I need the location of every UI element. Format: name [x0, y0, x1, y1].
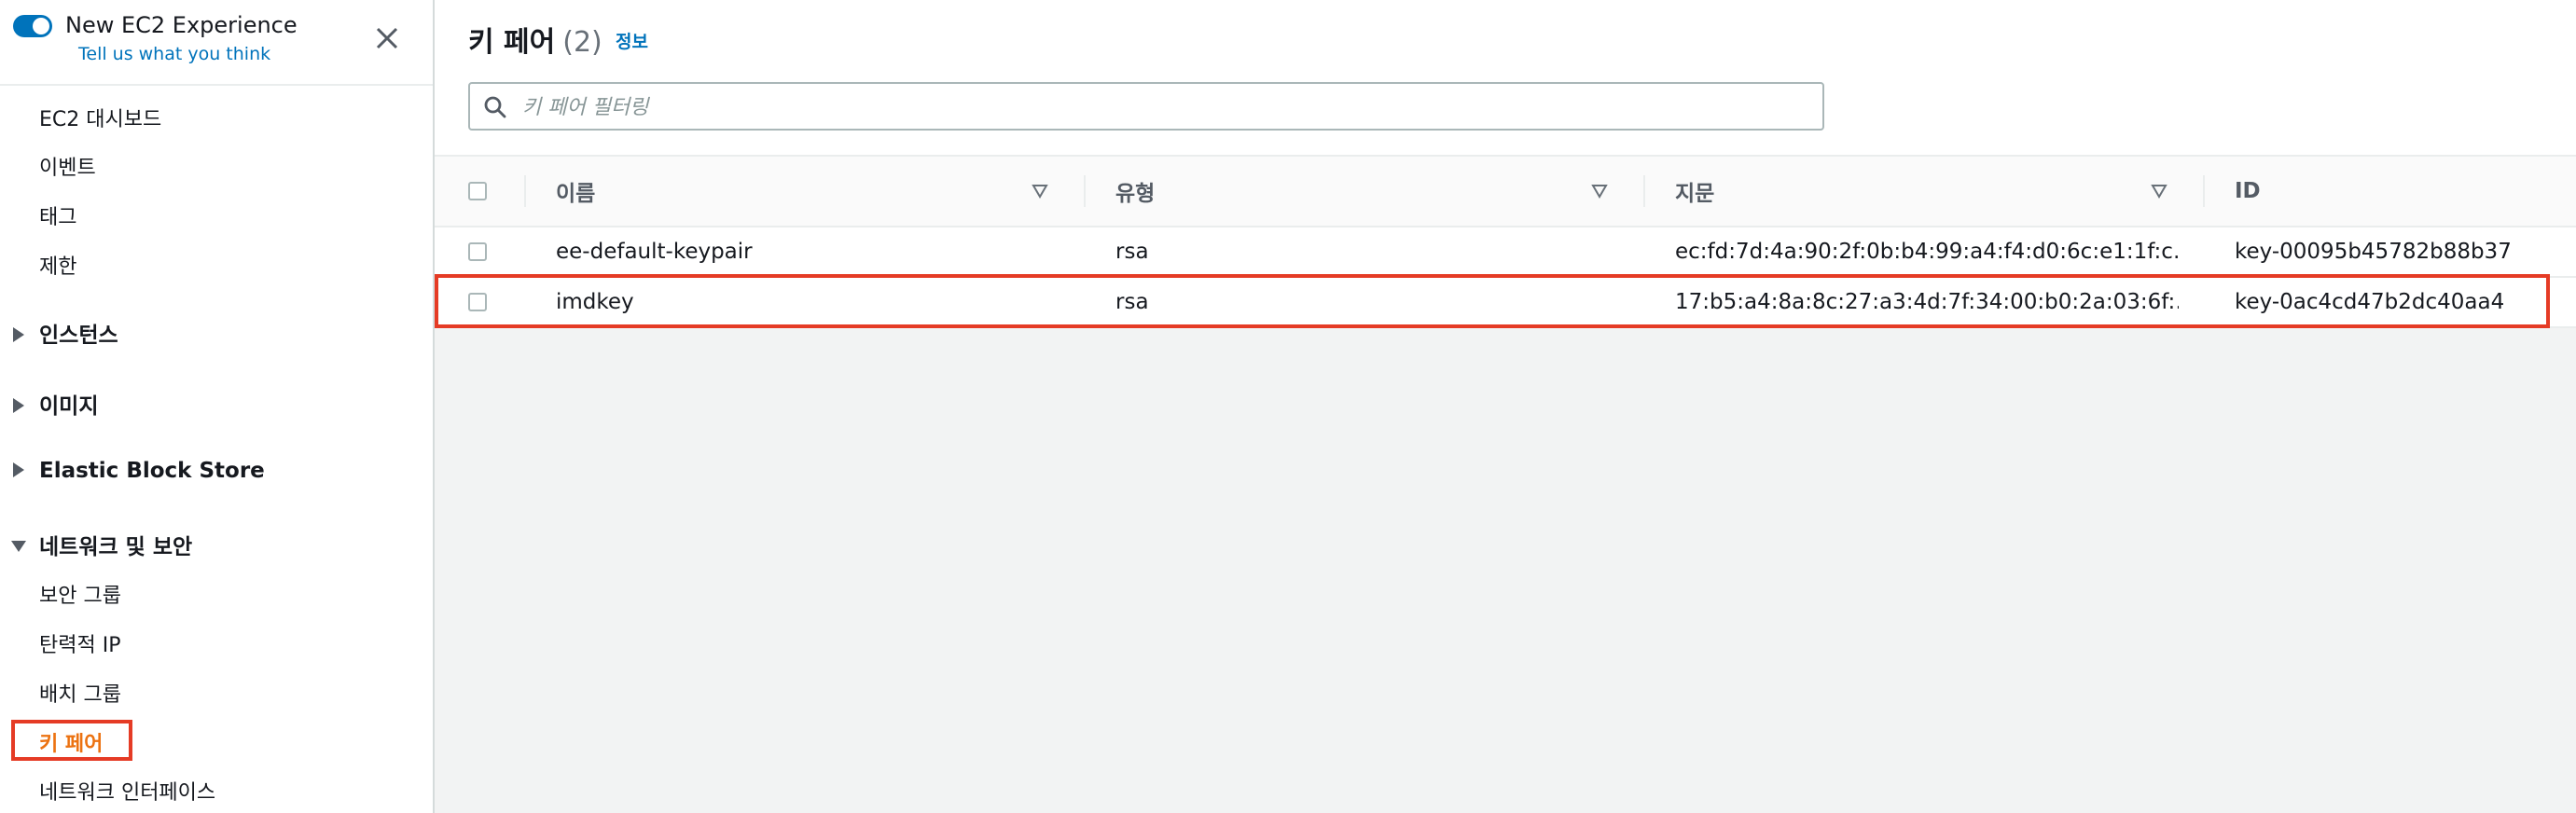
table-row[interactable]: imdkey rsa 17:b5:a4:8a:8c:27:a3:4d:7f:34…	[435, 278, 2576, 328]
sidebar-item-events[interactable]: 이벤트	[39, 151, 96, 181]
ec2-console: New EC2 Experience Tell us what you thin…	[0, 0, 2576, 813]
new-experience-title: New EC2 Experience	[65, 12, 298, 38]
toggle-knob	[33, 18, 49, 34]
header-checkbox-cell	[468, 157, 487, 226]
column-header-type[interactable]: 유형	[1115, 157, 1155, 226]
sidebar: New EC2 Experience Tell us what you thin…	[0, 0, 435, 813]
caret-right-icon	[13, 462, 24, 477]
column-divider	[1084, 175, 1086, 207]
search-icon	[484, 96, 506, 118]
new-experience-toggle[interactable]	[13, 15, 52, 37]
key-pairs-table: 이름 유형 지문 ID ee-default-keypair rsa ec:fd…	[435, 157, 2576, 328]
key-type: rsa	[1115, 240, 1149, 264]
page-header: 키 페어 (2) 정보	[435, 0, 2576, 157]
caret-right-icon	[13, 398, 24, 413]
key-fingerprint: 17:b5:a4:8a:8c:27:a3:4d:7f:34:00:b0:2a:0…	[1675, 290, 2179, 314]
feedback-link[interactable]: Tell us what you think	[78, 44, 270, 64]
sidebar-section-label: Elastic Block Store	[39, 459, 265, 483]
sidebar-section-ebs[interactable]: Elastic Block Store	[9, 459, 265, 483]
page-title-text: 키 페어	[468, 26, 556, 59]
sidebar-item-ec2-dashboard[interactable]: EC2 대시보드	[39, 103, 161, 132]
row-checkbox[interactable]	[468, 293, 487, 311]
sidebar-header: New EC2 Experience Tell us what you thin…	[0, 0, 433, 86]
key-id: key-00095b45782b88b37	[2235, 240, 2512, 264]
sort-icon[interactable]	[2151, 183, 2167, 200]
row-checkbox-cell	[468, 227, 487, 276]
key-name: imdkey	[556, 290, 634, 314]
key-type: rsa	[1115, 290, 1149, 314]
row-checkbox-cell	[468, 278, 487, 326]
column-divider	[1643, 175, 1645, 207]
sidebar-item-tags[interactable]: 태그	[39, 200, 76, 230]
sidebar-item-security-groups[interactable]: 보안 그룹	[39, 579, 121, 609]
sidebar-section-images[interactable]: 이미지	[9, 388, 98, 420]
sidebar-section-label: 이미지	[39, 394, 99, 419]
key-fingerprint: ec:fd:7d:4a:90:2f:0b:b4:99:a4:f4:d0:6c:e…	[1675, 240, 2179, 264]
key-id: key-0ac4cd47b2dc40aa4	[2235, 290, 2505, 314]
column-header-fingerprint[interactable]: 지문	[1675, 157, 1714, 226]
column-header-name[interactable]: 이름	[556, 157, 595, 226]
sort-icon[interactable]	[1591, 183, 1608, 200]
sidebar-item-elastic-ips[interactable]: 탄력적 IP	[39, 628, 120, 658]
table-row[interactable]: ee-default-keypair rsa ec:fd:7d:4a:90:2f…	[435, 227, 2576, 278]
search-input[interactable]	[520, 90, 1811, 125]
search-box	[468, 82, 1824, 131]
select-all-checkbox[interactable]	[468, 182, 487, 200]
sidebar-section-network-security[interactable]: 네트워크 및 보안	[9, 529, 192, 560]
item-count: (2)	[562, 26, 602, 59]
page-title: 키 페어 (2)	[468, 19, 602, 60]
column-header-id[interactable]: ID	[2235, 157, 2261, 226]
column-divider	[2203, 175, 2205, 207]
close-icon[interactable]	[371, 22, 403, 54]
caret-down-icon	[11, 541, 26, 552]
sidebar-item-network-interfaces[interactable]: 네트워크 인터페이스	[39, 776, 215, 806]
info-link[interactable]: 정보	[616, 28, 648, 53]
sidebar-item-placement-groups[interactable]: 배치 그룹	[39, 678, 121, 708]
table-header: 이름 유형 지문 ID	[435, 157, 2576, 227]
sidebar-section-label: 인스턴스	[39, 324, 118, 348]
sidebar-section-label: 네트워크 및 보안	[39, 535, 193, 559]
active-item-highlight	[11, 720, 132, 761]
sidebar-section-instances[interactable]: 인스턴스	[9, 317, 118, 349]
sort-icon[interactable]	[1032, 183, 1048, 200]
sidebar-item-limits[interactable]: 제한	[39, 250, 76, 280]
key-name: ee-default-keypair	[556, 240, 753, 264]
caret-right-icon	[13, 327, 24, 342]
main-content: 키 페어(2) 정보 이름 유형	[435, 0, 2576, 813]
row-checkbox[interactable]	[468, 242, 487, 261]
column-divider	[524, 175, 526, 207]
